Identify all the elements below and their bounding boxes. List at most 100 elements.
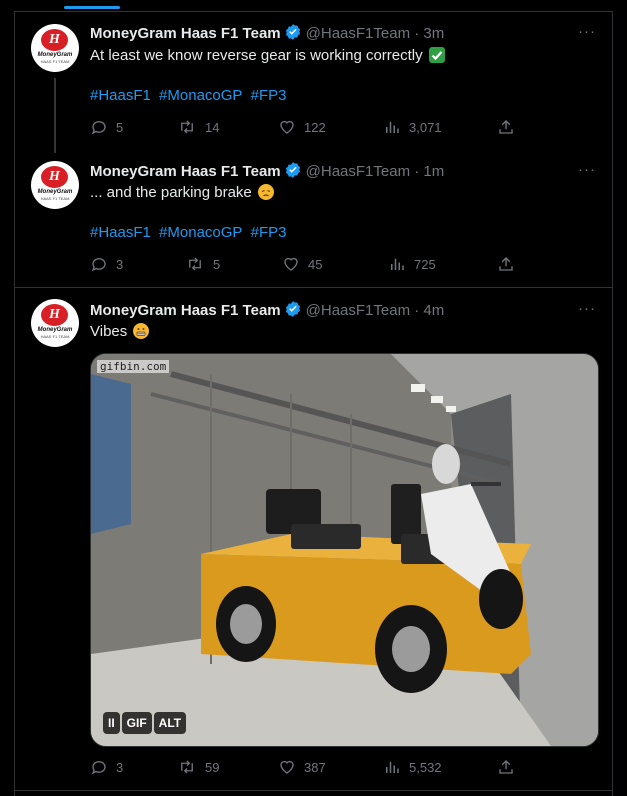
pause-button[interactable]: II — [103, 712, 120, 734]
gif-controls: II GIF ALT — [103, 712, 187, 734]
avatar[interactable]: H MoneyGram HAAS F1 TEAM — [31, 299, 79, 347]
repost-button[interactable]: 14 — [177, 118, 219, 138]
views-button[interactable]: 725 — [388, 255, 436, 275]
hashtags: #HaasF1 #MonacoGP #FP3 — [90, 223, 290, 243]
grimacing-face-emoji — [133, 323, 150, 339]
avatar[interactable]: H MoneyGram HAAS F1 TEAM — [31, 161, 79, 209]
tweet-divider — [14, 287, 613, 288]
repost-icon — [181, 120, 193, 134]
author-name[interactable]: MoneyGram Haas F1 Team — [90, 302, 281, 319]
like-button[interactable]: 45 — [282, 255, 322, 275]
views-icon — [386, 121, 399, 133]
views-button[interactable]: 3,071 — [383, 118, 442, 138]
repost-button[interactable]: 5 — [185, 255, 220, 275]
verified-badge-icon[interactable] — [284, 300, 302, 324]
repost-count: 5 — [213, 257, 221, 272]
alt-badge[interactable]: ALT — [153, 712, 187, 734]
author-name[interactable]: MoneyGram Haas F1 Team — [90, 163, 281, 180]
repost-count: 59 — [205, 760, 220, 775]
share-button[interactable] — [497, 758, 515, 778]
avatar-brand: MoneyGram — [37, 189, 73, 195]
author-handle[interactable]: @HaasF1Team — [306, 302, 410, 319]
reply-count: 3 — [116, 760, 124, 775]
reply-icon — [91, 121, 106, 135]
tweet-divider — [14, 790, 613, 791]
reply-button[interactable]: 3 — [90, 255, 123, 275]
reply-count: 3 — [116, 257, 124, 272]
like-count: 45 — [308, 257, 323, 272]
avatar[interactable]: H MoneyGram HAAS F1 TEAM — [31, 24, 79, 72]
author-handle[interactable]: @HaasF1Team — [306, 25, 410, 42]
author-handle[interactable]: @HaasF1Team — [306, 163, 410, 180]
avatar-sub: HAAS F1 TEAM — [40, 334, 70, 339]
view-count: 725 — [414, 257, 436, 272]
tab-indicator — [64, 6, 120, 9]
repost-icon — [181, 760, 193, 774]
view-count: 5,532 — [409, 760, 442, 775]
share-icon — [499, 257, 513, 271]
share-button[interactable] — [497, 118, 515, 138]
gif-badge: GIF — [121, 712, 152, 734]
hashtag-link[interactable]: #MonacoGP — [159, 224, 242, 241]
avatar-brand: MoneyGram — [37, 327, 73, 333]
like-button[interactable]: 122 — [278, 118, 326, 138]
view-count: 3,071 — [409, 120, 442, 135]
share-icon — [499, 760, 513, 774]
reply-button[interactable]: 5 — [90, 118, 123, 138]
avatar-brand: MoneyGram — [37, 52, 73, 58]
verified-badge-icon[interactable] — [284, 23, 302, 47]
tweet-actions: 3 5 45 725 — [90, 255, 520, 275]
heart-icon — [280, 120, 294, 134]
tweet-header: MoneyGram Haas F1 Team @HaasF1Team · 3m — [90, 23, 444, 43]
gif-media[interactable]: gifbin.com II GIF ALT — [90, 353, 599, 747]
verified-badge-icon[interactable] — [284, 161, 302, 185]
hashtag-link[interactable]: #FP3 — [251, 87, 287, 104]
more-options-icon[interactable]: ··· — [578, 161, 596, 178]
tweet-actions: 3 59 387 5,532 — [90, 758, 520, 778]
tweet-header: MoneyGram Haas F1 Team @HaasF1Team · 1m — [90, 161, 444, 181]
column-border-left — [14, 11, 15, 796]
more-options-icon[interactable]: ··· — [578, 300, 596, 317]
tweet-text: ... and the parking brake — [90, 183, 274, 203]
share-button[interactable] — [497, 255, 515, 275]
more-options-icon[interactable]: ··· — [578, 23, 596, 40]
views-icon — [386, 761, 399, 773]
tweet-text: Vibes — [90, 322, 150, 342]
like-count: 122 — [304, 120, 326, 135]
reply-icon — [91, 258, 106, 272]
tweet-time[interactable]: · 3m — [414, 25, 444, 42]
tweet-actions: 5 14 122 3,071 — [90, 118, 520, 138]
timeline-top-border — [14, 11, 613, 12]
disappointed-face-emoji — [257, 184, 274, 200]
author-name[interactable]: MoneyGram Haas F1 Team — [90, 25, 281, 42]
column-border-right — [612, 11, 613, 796]
gif-watermark: gifbin.com — [97, 360, 170, 373]
avatar-sub: HAAS F1 TEAM — [40, 59, 70, 64]
hashtag-link[interactable]: #HaasF1 — [90, 224, 151, 241]
repost-button[interactable]: 59 — [177, 758, 219, 778]
repost-icon — [189, 257, 201, 271]
check-mark-emoji — [428, 47, 445, 63]
like-button[interactable]: 387 — [278, 758, 326, 778]
views-icon — [391, 258, 404, 270]
share-icon — [499, 120, 513, 134]
hashtag-link[interactable]: #MonacoGP — [159, 87, 242, 104]
reply-icon — [91, 761, 106, 775]
gif-frame — [91, 354, 598, 746]
thread-connector — [54, 78, 56, 153]
hashtags: #HaasF1 #MonacoGP #FP3 — [90, 86, 290, 106]
hashtag-link[interactable]: #FP3 — [251, 224, 287, 241]
tweet-text: At least we know reverse gear is working… — [90, 46, 445, 66]
tweet-time[interactable]: · 1m — [414, 163, 444, 180]
tweet-header: MoneyGram Haas F1 Team @HaasF1Team · 4m — [90, 300, 444, 320]
hashtag-link[interactable]: #HaasF1 — [90, 87, 151, 104]
reply-button[interactable]: 3 — [90, 758, 123, 778]
heart-icon — [284, 257, 298, 271]
tweet-time[interactable]: · 4m — [414, 302, 444, 319]
repost-count: 14 — [205, 120, 220, 135]
reply-count: 5 — [116, 120, 124, 135]
views-button[interactable]: 5,532 — [383, 758, 442, 778]
heart-icon — [280, 760, 294, 774]
avatar-sub: HAAS F1 TEAM — [40, 196, 70, 201]
like-count: 387 — [304, 760, 326, 775]
